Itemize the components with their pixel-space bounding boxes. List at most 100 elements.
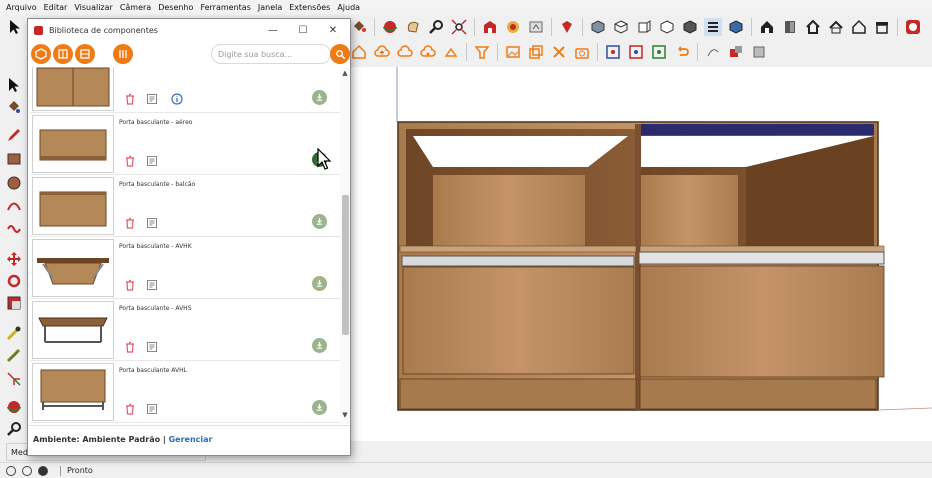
info-icon[interactable] (171, 93, 183, 105)
promob-logo-icon[interactable] (904, 18, 922, 36)
trash-icon[interactable] (124, 403, 136, 415)
component-list-scrollbar[interactable]: ▲ ▼ (340, 67, 350, 424)
outline-house-icon[interactable] (850, 18, 868, 36)
trash-icon[interactable] (124, 217, 136, 229)
freehand-tool-icon[interactable] (5, 220, 23, 238)
ruby-console-icon[interactable] (558, 18, 576, 36)
redo-arrows-icon[interactable] (704, 43, 722, 61)
arc-tool-icon[interactable] (5, 196, 23, 214)
select-arrow-icon[interactable] (6, 18, 24, 36)
list-item[interactable] (30, 67, 340, 113)
tools-category-icon[interactable] (113, 44, 133, 64)
roof-icon[interactable] (827, 18, 845, 36)
trash-icon[interactable] (124, 279, 136, 291)
scroll-up-icon[interactable]: ▲ (341, 69, 349, 77)
cloud-sync-icon[interactable] (396, 43, 414, 61)
rectangle-tool-icon[interactable] (5, 150, 23, 168)
circle-tool-icon[interactable] (5, 174, 23, 192)
orbit-tool-icon[interactable] (5, 398, 23, 416)
scroll-down-icon[interactable]: ▼ (341, 411, 349, 419)
edit-icon[interactable] (146, 403, 158, 415)
undo-icon[interactable] (673, 43, 691, 61)
right-view-icon[interactable] (658, 18, 676, 36)
pan-icon[interactable] (404, 18, 422, 36)
download-button[interactable] (312, 276, 327, 291)
download-button[interactable] (312, 214, 327, 229)
pencil-tool-icon[interactable] (5, 126, 23, 144)
manage-link[interactable]: Gerenciar (169, 435, 213, 444)
list-item[interactable]: Porta basculante - AVHK (30, 237, 340, 299)
paint-bucket-icon[interactable] (350, 18, 368, 36)
trash-icon[interactable] (124, 155, 136, 167)
scrollbar-thumb[interactable] (342, 195, 349, 335)
shaded-style-icon[interactable] (727, 18, 745, 36)
download-button[interactable] (312, 400, 327, 415)
house-outline-icon[interactable] (350, 43, 368, 61)
menu-item-camera[interactable]: Câmera (120, 3, 151, 12)
select-frame-icon[interactable] (604, 43, 622, 61)
back-view-icon[interactable] (681, 18, 699, 36)
menu-item-ajuda[interactable]: Ajuda (337, 3, 360, 12)
download-button[interactable] (312, 90, 327, 105)
cabinet-category-icon[interactable] (53, 44, 73, 64)
zoom-extents-icon[interactable] (450, 18, 468, 36)
list-item[interactable]: Porta basculante AVHL (30, 361, 340, 423)
search-input[interactable]: Digite sua busca... (211, 44, 331, 64)
camera-icon[interactable] (573, 43, 591, 61)
house-icon[interactable] (758, 18, 776, 36)
edit-icon[interactable] (146, 279, 158, 291)
select-tool-icon[interactable] (5, 76, 23, 94)
warehouse-icon[interactable] (481, 18, 499, 36)
close-button[interactable]: ✕ (324, 22, 342, 38)
credits-icon[interactable] (22, 465, 32, 476)
menu-item-editar[interactable]: Editar (44, 3, 68, 12)
select-frame-green-icon[interactable] (650, 43, 668, 61)
menu-item-desenho[interactable]: Desenho (158, 3, 193, 12)
list-item[interactable]: Porta basculante - balcão (30, 175, 340, 237)
list-item[interactable]: Porta basculante - AVHS (30, 299, 340, 361)
top-view-icon[interactable] (612, 18, 630, 36)
library-title-bar[interactable]: Biblioteca de componentes — ☐ ✕ (28, 19, 350, 41)
scale-tool-icon[interactable] (5, 294, 23, 312)
render-icon[interactable] (727, 43, 745, 61)
move-tool-icon[interactable] (5, 250, 23, 268)
image-icon[interactable] (504, 43, 522, 61)
front-view-icon[interactable] (635, 18, 653, 36)
copy-icon[interactable] (527, 43, 545, 61)
zoom-icon[interactable] (427, 18, 445, 36)
protractor-icon[interactable] (5, 346, 23, 364)
edit-icon[interactable] (146, 217, 158, 229)
store-icon[interactable] (873, 18, 891, 36)
tape-measure-icon[interactable] (5, 324, 23, 342)
zoom-tool-icon[interactable] (5, 420, 23, 438)
drawer-category-icon[interactable] (75, 44, 95, 64)
door-icon[interactable] (781, 18, 799, 36)
minimize-button[interactable]: — (264, 22, 282, 38)
extension-warehouse-icon[interactable] (504, 18, 522, 36)
menu-item-visualizar[interactable]: Visualizar (74, 3, 113, 12)
menu-item-extensoes[interactable]: Extensões (289, 3, 330, 12)
axes-tool-icon[interactable] (5, 370, 23, 388)
share-model-icon[interactable] (527, 18, 545, 36)
edit-icon[interactable] (146, 341, 158, 353)
search-button[interactable] (330, 44, 350, 64)
cloud-up-icon[interactable] (373, 43, 391, 61)
paint-tool-icon[interactable] (5, 98, 23, 116)
select-frame-alt-icon[interactable] (627, 43, 645, 61)
cloud-settings-icon[interactable] (419, 43, 437, 61)
trash-icon[interactable] (124, 341, 136, 353)
geo-location-icon[interactable] (6, 465, 16, 476)
download-button[interactable] (312, 338, 327, 353)
funnel-icon[interactable] (473, 43, 491, 61)
orbit-icon[interactable] (381, 18, 399, 36)
layers-icon[interactable] (750, 43, 768, 61)
menu-item-ferramentas[interactable]: Ferramentas (200, 3, 250, 12)
edit-icon[interactable] (146, 155, 158, 167)
list-item[interactable]: Porta basculante - aéreo (30, 113, 340, 175)
wireframe-style-icon[interactable] (704, 18, 722, 36)
menu-item-arquivo[interactable]: Arquivo (6, 3, 37, 12)
user-account-icon[interactable] (38, 465, 48, 476)
tools-icon[interactable] (550, 43, 568, 61)
edit-icon[interactable] (146, 93, 158, 105)
iso-view-icon[interactable] (589, 18, 607, 36)
